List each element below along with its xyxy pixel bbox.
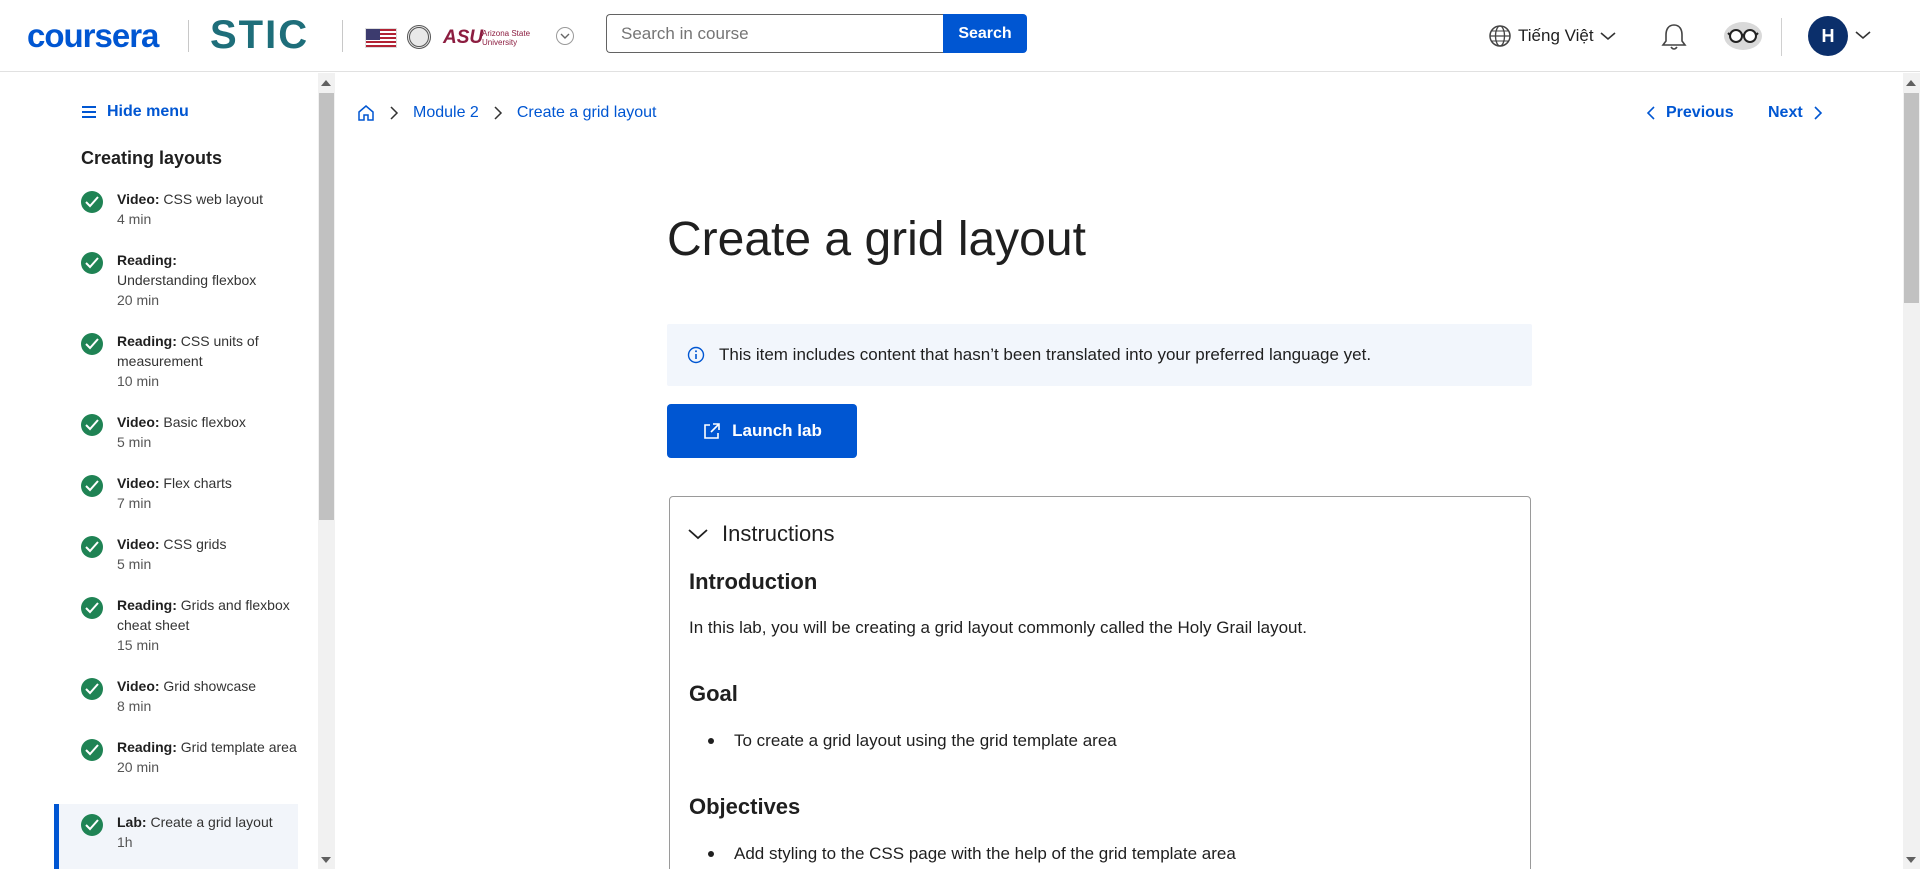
globe-icon [1489, 25, 1511, 47]
search-button[interactable]: Search [943, 14, 1027, 53]
outline-item-create-grid-layout[interactable]: Lab: Create a grid layout 1h [54, 804, 298, 869]
goal-heading: Goal [689, 681, 738, 706]
completed-check-icon [81, 333, 103, 355]
breadcrumb: Module 2 Create a grid layout [357, 104, 656, 122]
scrollbar-thumb[interactable] [1904, 93, 1919, 303]
outline-item-css-grids[interactable]: Video: CSS grids 5 min [54, 528, 298, 580]
info-icon [687, 346, 705, 364]
completed-check-icon [81, 252, 103, 274]
hide-menu-button[interactable]: Hide menu [81, 103, 189, 121]
sidebar-scrollbar[interactable] [318, 73, 335, 869]
language-selector[interactable]: Tiếng Việt [1488, 24, 1616, 48]
chevron-right-icon [494, 106, 502, 120]
account-chevron-down-icon[interactable] [1855, 30, 1871, 40]
asu-logo-subtitle: Arizona State University [482, 29, 531, 47]
chevron-down-icon [688, 529, 708, 540]
hamburger-icon [82, 106, 96, 118]
introduction-heading: Introduction [689, 569, 818, 594]
instructions-heading: Instructions [722, 521, 835, 546]
avatar[interactable]: H [1808, 16, 1848, 56]
introduction-text: In this lab, you will be creating a grid… [689, 618, 1307, 637]
scroll-up-arrow[interactable] [321, 80, 331, 86]
header-divider [188, 20, 189, 52]
instructions-toggle[interactable]: Instructions [688, 521, 835, 547]
header-divider [342, 20, 343, 52]
us-flag-icon [365, 28, 397, 48]
launch-lab-label: Launch lab [732, 421, 822, 440]
section-title: Creating layouts [81, 148, 223, 168]
page-title: Create a grid layout [667, 213, 1086, 266]
objective-item: Add styling to the CSS page with the hel… [708, 844, 1236, 863]
partners-chevron-down-icon[interactable] [556, 27, 574, 45]
outline-item-flex-charts[interactable]: Video: Flex charts 7 min [54, 467, 298, 519]
hide-menu-label: Hide menu [107, 103, 189, 120]
search-input[interactable] [606, 14, 944, 53]
outline-item-understanding-flexbox[interactable]: Reading: Understanding flexbox 20 min [54, 244, 298, 316]
completed-check-icon [81, 475, 103, 497]
scroll-down-arrow[interactable] [321, 857, 331, 863]
top-header: coursera STIC ASU Arizona State Universi… [0, 0, 1920, 72]
scroll-down-arrow[interactable] [1906, 857, 1916, 863]
coursera-logo[interactable]: coursera [27, 17, 159, 55]
previous-label: Previous [1666, 104, 1734, 121]
page-scrollbar[interactable] [1903, 73, 1920, 869]
objectives-heading: Objectives [689, 794, 801, 819]
next-button[interactable]: Next [1768, 104, 1823, 122]
launch-lab-button[interactable]: Launch lab [667, 404, 857, 458]
state-department-seal-icon [407, 25, 431, 49]
chevron-left-icon [1646, 106, 1655, 120]
completed-check-icon [81, 678, 103, 700]
outline-item-grid-showcase[interactable]: Video: Grid showcase 8 min [54, 670, 298, 722]
translation-notice-text: This item includes content that hasn’t b… [719, 345, 1372, 364]
outline-item-grid-template-area[interactable]: Reading: Grid template area 20 min [54, 731, 298, 803]
completed-check-icon [81, 414, 103, 436]
language-label: Tiếng Việt [1518, 26, 1594, 45]
instructions-panel: Instructions Introduction In this lab, y… [669, 496, 1531, 869]
outline-item-css-units[interactable]: Reading: CSS units of measurement 10 min [54, 325, 298, 397]
chevron-down-icon [1600, 32, 1616, 41]
next-label: Next [1768, 104, 1803, 121]
completed-check-icon [81, 814, 103, 836]
translation-notice: This item includes content that hasn’t b… [667, 324, 1532, 386]
chevron-right-icon [390, 106, 399, 120]
completed-check-icon [81, 597, 103, 619]
outline-item-css-web-layout[interactable]: Video: CSS web layout 4 min [54, 183, 298, 235]
course-outline-sidebar: Hide menu Creating layouts Video: CSS we… [0, 73, 318, 869]
asu-logo: ASU [443, 27, 484, 48]
outline-item-cheat-sheet[interactable]: Reading: Grids and flexbox cheat sheet 1… [54, 589, 298, 661]
bell-icon[interactable] [1660, 22, 1688, 52]
previous-button[interactable]: Previous [1646, 104, 1734, 122]
goal-item: To create a grid layout using the grid t… [708, 731, 1117, 750]
stic-logo[interactable]: STIC [210, 13, 309, 58]
external-link-icon [704, 423, 720, 439]
completed-check-icon [81, 191, 103, 213]
chevron-right-icon [1814, 106, 1822, 120]
completed-check-icon [81, 536, 103, 558]
breadcrumb-module-link[interactable]: Module 2 [413, 104, 479, 122]
header-divider [1781, 18, 1782, 56]
home-icon[interactable] [357, 104, 375, 122]
outline-item-basic-flexbox[interactable]: Video: Basic flexbox 5 min [54, 406, 298, 458]
scroll-up-arrow[interactable] [1906, 80, 1916, 86]
completed-check-icon [81, 739, 103, 761]
accessibility-glasses-icon[interactable] [1724, 22, 1762, 50]
breadcrumb-current-link[interactable]: Create a grid layout [517, 104, 657, 122]
scrollbar-thumb[interactable] [319, 93, 334, 520]
